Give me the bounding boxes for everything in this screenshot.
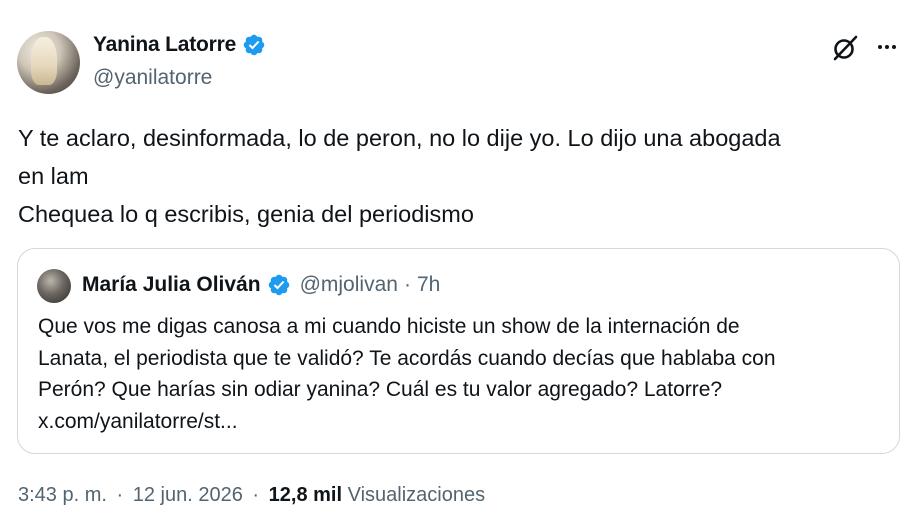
author-name[interactable]: Yanina Latorre	[93, 33, 266, 57]
tweet-text-line: Chequea lo q escribis, genia del periodi…	[18, 201, 474, 227]
views-label: Visualizaciones	[347, 484, 486, 506]
quoted-tweet-time[interactable]: 7h	[417, 273, 440, 297]
more-options-icon[interactable]	[872, 32, 902, 62]
tweet-footer: 3:43 p. m. · 12 jun. 2026 · 12,8 mil Vis…	[18, 484, 485, 507]
quoted-author-name[interactable]: María Julia Oliván	[82, 273, 261, 297]
tweet-time[interactable]: 3:43 p. m.	[18, 484, 107, 506]
tweet-text: Y te aclaro, desinformada, lo de peron, …	[18, 119, 903, 233]
quoted-text-line: Que vos me digas canosa a mi cuando hici…	[38, 315, 740, 338]
quoted-tweet-card[interactable]: María Julia Oliván @mjolivan · 7h Que vo…	[17, 248, 900, 454]
quoted-tweet-text: Que vos me digas canosa a mi cuando hici…	[38, 311, 888, 437]
verified-badge-icon	[268, 274, 289, 296]
verified-badge-icon	[243, 34, 265, 56]
tweet-date[interactable]: 12 jun. 2026	[133, 484, 243, 506]
views-count: 12,8 mil	[268, 484, 343, 506]
quoted-text-line: Lanata, el periodista que te validó? Te …	[38, 346, 776, 370]
tweet-text-line: Y te aclaro, desinformada, lo de peron, …	[18, 125, 781, 151]
author-name-text[interactable]: Yanina Latorre	[93, 33, 236, 57]
quoted-text-line: Perón? Que harías sin odiar yanina? Cuál…	[38, 378, 723, 401]
author-handle[interactable]: @yanilatorre	[93, 66, 212, 90]
meta-separator: ·	[403, 273, 411, 296]
quoted-author-avatar[interactable]	[37, 269, 71, 303]
meta-separator: ·	[116, 484, 124, 506]
meta-separator: ·	[252, 484, 260, 506]
quoted-author-handle[interactable]: @mjolivan	[300, 273, 398, 297]
author-avatar[interactable]	[17, 31, 80, 94]
tweet-text-line: en lam	[18, 163, 89, 189]
quoted-tweet-header: María Julia Oliván @mjolivan · 7h	[82, 273, 440, 297]
quoted-text-link[interactable]: x.com/yanilatorre/st...	[38, 406, 888, 438]
grok-icon[interactable]	[830, 33, 860, 63]
